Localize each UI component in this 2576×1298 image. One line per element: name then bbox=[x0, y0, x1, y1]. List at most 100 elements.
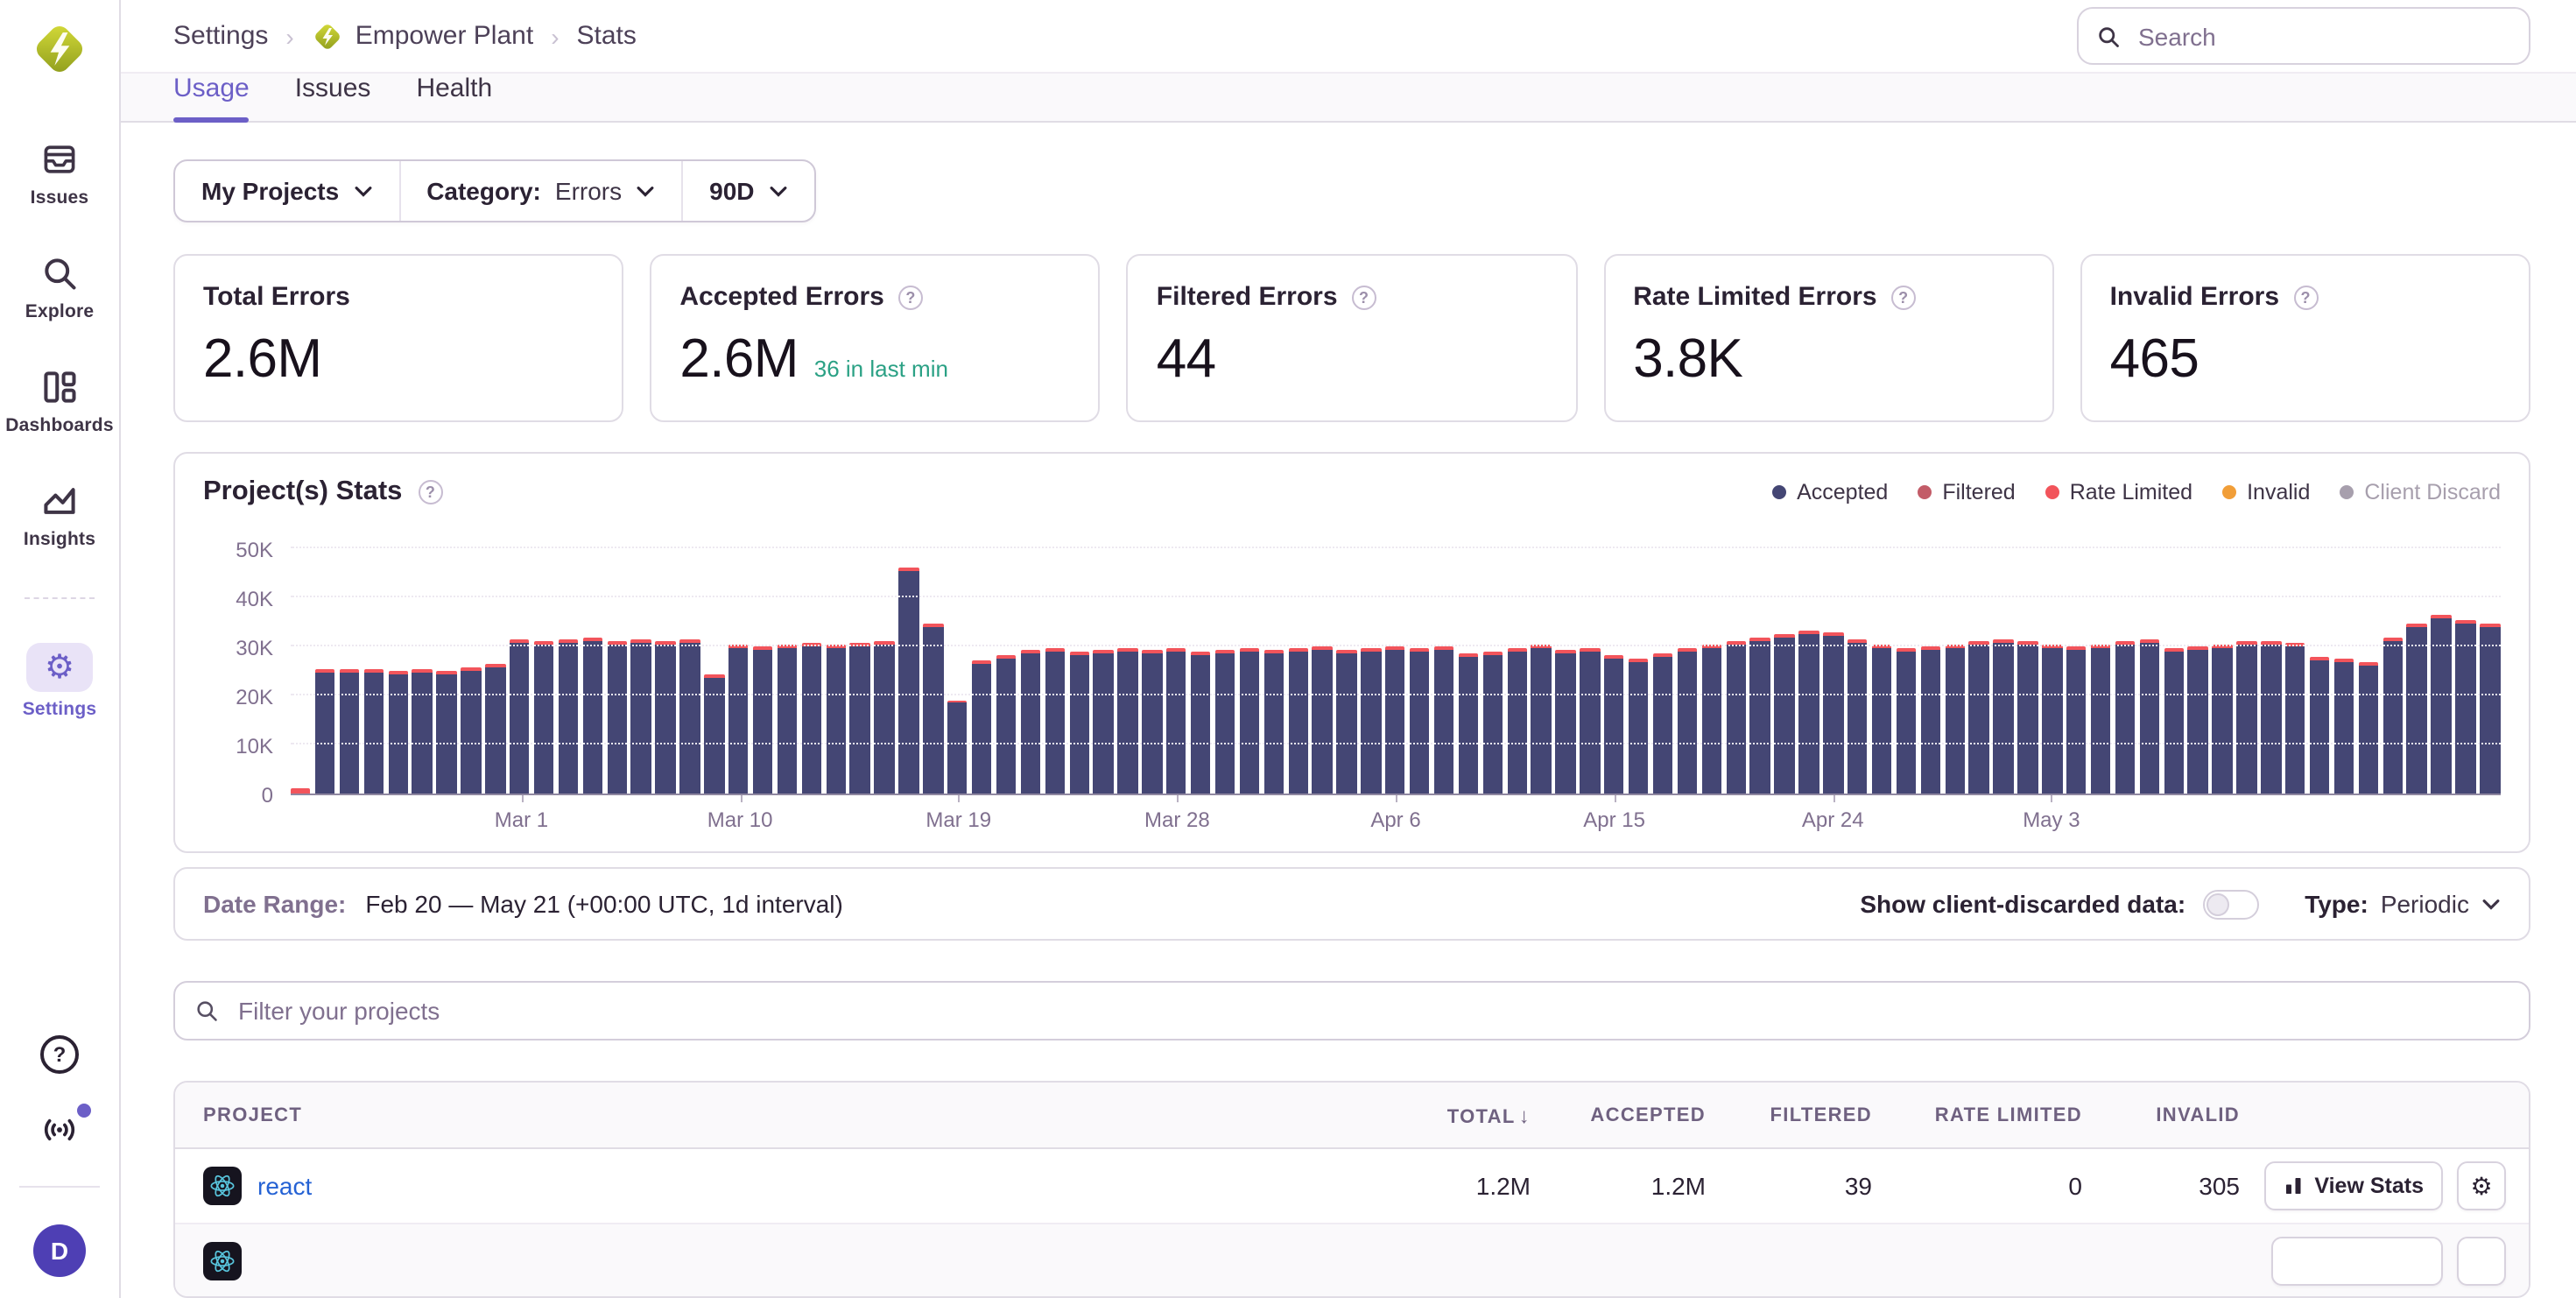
sidebar-item-explore[interactable]: Explore bbox=[0, 252, 119, 322]
stat-card-subtext: 36 in last min bbox=[814, 356, 948, 382]
view-stats-button[interactable]: View Stats bbox=[2263, 1161, 2443, 1210]
question-circle-icon[interactable]: ? bbox=[1891, 285, 1916, 309]
chart-bars bbox=[291, 533, 2501, 794]
question-circle-icon[interactable]: ? bbox=[2293, 285, 2318, 309]
bar-accepted-segment bbox=[2358, 666, 2378, 794]
stat-card-rate-limited-errors: Rate Limited Errors?3.8K bbox=[1603, 254, 2053, 422]
chevron-down-icon bbox=[2481, 898, 2501, 910]
row-settings-button[interactable]: ⚙ bbox=[2457, 1161, 2506, 1210]
sentry-logo-icon[interactable] bbox=[30, 19, 89, 79]
bar-accepted-segment bbox=[1629, 662, 1649, 794]
search-input[interactable] bbox=[2135, 20, 2511, 52]
legend-item-accepted[interactable]: Accepted bbox=[1772, 480, 1888, 504]
bar-accepted-segment bbox=[1191, 655, 1211, 794]
category-label: Category: bbox=[426, 177, 541, 205]
bar-accepted-segment bbox=[656, 645, 676, 794]
legend-label: Filtered bbox=[1942, 480, 2015, 504]
column-header-accepted[interactable]: ACCEPTED bbox=[1531, 1104, 1706, 1125]
chart-bar bbox=[534, 641, 554, 794]
bar-accepted-segment bbox=[1020, 653, 1040, 794]
date-period-dropdown[interactable]: 90D bbox=[681, 161, 813, 221]
type-dropdown[interactable]: Type: Periodic bbox=[2305, 890, 2501, 918]
legend-item-filtered[interactable]: Filtered bbox=[1918, 480, 2015, 504]
broadcast-button[interactable] bbox=[39, 1111, 81, 1149]
table-header: PROJECTTOTAL↓ACCEPTEDFILTEREDRATE LIMITE… bbox=[175, 1083, 2529, 1149]
stat-card-value: 2.6M bbox=[203, 328, 321, 391]
chart-bar bbox=[1020, 650, 1040, 794]
bar-accepted-segment bbox=[1775, 638, 1795, 794]
legend-item-client-discard[interactable]: Client Discard bbox=[2340, 480, 2501, 504]
chart-bar bbox=[1823, 633, 1843, 794]
bar-accepted-segment bbox=[1726, 645, 1746, 794]
project-search-input[interactable] bbox=[235, 995, 2509, 1026]
column-header-project[interactable]: PROJECT bbox=[175, 1104, 1347, 1125]
column-header-filtered[interactable]: FILTERED bbox=[1706, 1104, 1872, 1125]
bar-accepted-segment bbox=[485, 667, 505, 794]
sort-descending-icon: ↓ bbox=[1519, 1103, 1531, 1127]
help-circle-icon[interactable]: ? bbox=[40, 1035, 79, 1074]
global-search[interactable] bbox=[2077, 7, 2530, 65]
column-header-total[interactable]: TOTAL↓ bbox=[1347, 1103, 1531, 1127]
chevron-down-icon bbox=[353, 185, 372, 197]
bar-accepted-segment bbox=[510, 643, 530, 794]
chart-bar bbox=[1337, 651, 1357, 794]
bar-accepted-segment bbox=[850, 646, 870, 794]
react-atom-icon bbox=[203, 1241, 242, 1280]
bar-accepted-segment bbox=[2456, 624, 2476, 794]
tab-health[interactable]: Health bbox=[416, 74, 492, 121]
row-settings-button[interactable] bbox=[2457, 1236, 2506, 1285]
x-axis-label: Mar 28 bbox=[1144, 808, 1210, 832]
legend-item-rate-limited[interactable]: Rate Limited bbox=[2045, 480, 2192, 504]
sidebar-divider bbox=[19, 1186, 100, 1188]
chart-bar bbox=[2382, 638, 2403, 794]
chart-bar bbox=[1945, 645, 1965, 794]
chart-bar bbox=[2066, 647, 2087, 794]
chart-bar bbox=[510, 640, 530, 794]
sidebar-item-dashboards[interactable]: Dashboards bbox=[0, 366, 119, 436]
legend-item-invalid[interactable]: Invalid bbox=[2222, 480, 2310, 504]
question-circle-icon[interactable]: ? bbox=[898, 285, 923, 309]
category-dropdown[interactable]: Category: Errors bbox=[398, 161, 681, 221]
tab-usage[interactable]: Usage bbox=[173, 74, 250, 121]
cell-rate_limited: 0 bbox=[1872, 1172, 2082, 1200]
chart-bar bbox=[972, 661, 992, 794]
column-header-invalid[interactable]: INVALID bbox=[2082, 1104, 2240, 1125]
breadcrumb-org[interactable]: Empower Plant bbox=[312, 20, 533, 52]
bar-accepted-segment bbox=[1750, 641, 1770, 794]
bar-accepted-segment bbox=[1337, 653, 1357, 794]
top-bar: Settings › Empower Plant › Stats bbox=[121, 0, 2576, 72]
project-link[interactable]: react bbox=[257, 1172, 312, 1200]
column-header-rate-limited[interactable]: RATE LIMITED bbox=[1872, 1104, 2082, 1125]
sidebar-item-settings[interactable]: ⚙ Settings bbox=[0, 643, 119, 720]
gridline bbox=[291, 743, 2501, 744]
chart-bar bbox=[1750, 638, 1770, 794]
chart-bar bbox=[2164, 649, 2184, 794]
sidebar-item-insights[interactable]: Insights bbox=[0, 480, 119, 550]
bar-accepted-segment bbox=[2285, 646, 2305, 794]
bar-accepted-segment bbox=[1604, 659, 1624, 794]
y-axis-label: 30K bbox=[236, 636, 273, 660]
question-circle-icon[interactable]: ? bbox=[418, 480, 442, 504]
breadcrumb-settings[interactable]: Settings bbox=[173, 21, 268, 51]
client-discard-toggle[interactable] bbox=[2203, 889, 2259, 919]
question-circle-icon[interactable]: ? bbox=[1352, 285, 1376, 309]
bar-accepted-segment bbox=[607, 645, 627, 794]
user-avatar[interactable]: D bbox=[33, 1224, 86, 1277]
chart-bar bbox=[826, 645, 846, 794]
chart-bar bbox=[412, 670, 433, 794]
sidebar-item-issues[interactable]: Issues bbox=[0, 138, 119, 208]
chart-bar bbox=[778, 645, 798, 794]
project-filter-dropdown[interactable]: My Projects bbox=[175, 161, 398, 221]
bar-accepted-segment bbox=[1920, 650, 1940, 794]
project-search[interactable] bbox=[173, 981, 2530, 1041]
bar-accepted-segment bbox=[2480, 627, 2500, 794]
tab-issues[interactable]: Issues bbox=[295, 74, 371, 121]
bar-accepted-segment bbox=[2115, 645, 2136, 794]
legend-label: Accepted bbox=[1797, 480, 1888, 504]
sidebar: Issues Explore Dashboard bbox=[0, 0, 121, 1298]
stat-card-total-errors: Total Errors2.6M bbox=[173, 254, 623, 422]
view-stats-button[interactable] bbox=[2271, 1236, 2443, 1285]
bar-accepted-segment bbox=[2334, 662, 2354, 794]
bar-accepted-segment bbox=[1897, 652, 1917, 794]
chart-bar bbox=[947, 700, 968, 794]
